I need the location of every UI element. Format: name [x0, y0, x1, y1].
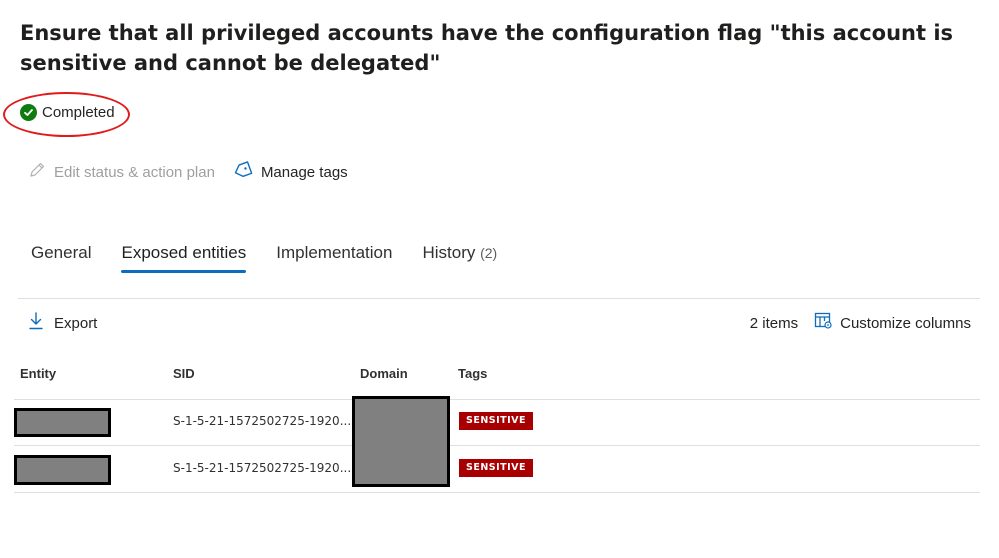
pencil-icon — [28, 161, 46, 183]
tab-history[interactable]: History (2) — [411, 243, 508, 273]
sid-cell: S-1-5-21-1572502725-1920... — [173, 461, 352, 475]
tag-icon — [233, 161, 253, 183]
status-badge: Completed — [20, 104, 115, 121]
action-bar: Edit status & action plan Manage tags — [28, 161, 366, 183]
tab-list: General Exposed entities Implementation … — [20, 243, 516, 273]
columns-icon — [814, 312, 833, 334]
tab-history-count: (2) — [480, 245, 498, 261]
sensitive-tag: SENSITIVE — [459, 412, 534, 430]
page-title: Ensure that all privileged accounts have… — [20, 21, 954, 75]
manage-tags-label: Manage tags — [260, 163, 348, 181]
export-button[interactable]: Export — [28, 312, 97, 334]
column-header-sid[interactable]: SID — [173, 366, 195, 381]
row-divider — [14, 399, 980, 400]
export-label: Export — [54, 314, 98, 332]
tab-implementation-label: Implementation — [276, 243, 393, 262]
items-count: 2 items — [749, 314, 799, 332]
tab-implementation[interactable]: Implementation — [265, 243, 403, 273]
manage-tags-button[interactable]: Manage tags — [233, 161, 348, 183]
tab-exposed-entities-label: Exposed entities — [121, 243, 247, 262]
status-label: Completed — [42, 104, 115, 121]
column-header-entity[interactable]: Entity — [20, 366, 56, 381]
column-header-domain[interactable]: Domain — [360, 366, 408, 381]
divider — [18, 298, 980, 299]
check-circle-icon — [20, 104, 37, 121]
redacted-domain — [352, 396, 450, 487]
column-header-tags[interactable]: Tags — [458, 366, 487, 381]
toolbar-right: 2 items Customize columns — [750, 312, 971, 334]
sensitive-tag: SENSITIVE — [459, 459, 534, 477]
download-icon — [28, 312, 44, 334]
tab-general[interactable]: General — [20, 243, 102, 273]
redacted-entity[interactable] — [14, 408, 111, 437]
redacted-entity[interactable] — [14, 455, 111, 485]
customize-columns-button[interactable]: Customize columns — [814, 312, 971, 334]
row-divider — [14, 492, 980, 493]
tab-exposed-entities[interactable]: Exposed entities — [110, 243, 257, 273]
edit-status-label: Edit status & action plan — [54, 163, 215, 181]
tab-general-label: General — [31, 243, 92, 262]
edit-status-button[interactable]: Edit status & action plan — [28, 161, 215, 183]
sid-cell: S-1-5-21-1572502725-1920... — [173, 414, 352, 428]
tab-history-label: History — [422, 243, 476, 262]
customize-columns-label: Customize columns — [840, 314, 971, 332]
row-divider — [14, 445, 980, 446]
